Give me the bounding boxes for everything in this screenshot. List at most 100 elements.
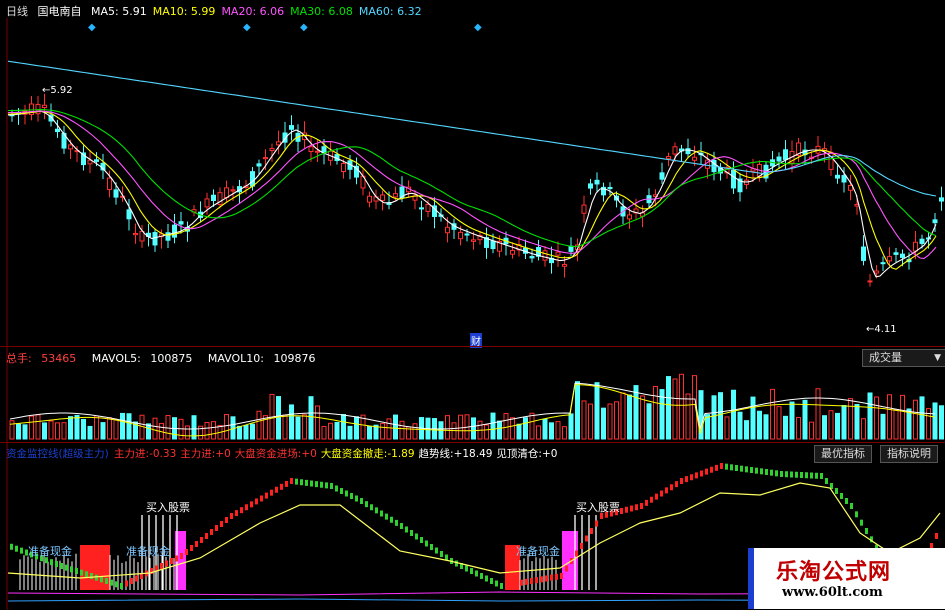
signal-diamond-icon: ◆	[300, 22, 308, 33]
volume-bar	[861, 418, 866, 440]
candle-body	[861, 246, 866, 261]
volume-bar	[328, 422, 333, 440]
momentum-segment	[780, 471, 783, 477]
momentum-segment	[320, 481, 323, 488]
volume-bar	[581, 400, 587, 440]
candle-body	[380, 194, 385, 201]
momentum-segment	[350, 493, 353, 499]
ma-legend-item: MA60: 6.32	[358, 5, 422, 18]
volume-bar	[211, 421, 216, 440]
momentum-segment	[865, 528, 868, 534]
volume-bar	[828, 410, 834, 440]
momentum-segment	[10, 543, 13, 550]
volume-bar	[321, 426, 327, 440]
ma-legend-item: MA10: 5.99	[152, 5, 216, 18]
indicator-help-button[interactable]: 指标说明	[880, 445, 938, 463]
candle-body	[152, 232, 158, 246]
candle-body	[835, 174, 840, 179]
volume-bar	[783, 415, 788, 440]
momentum-segment	[935, 533, 938, 539]
candle-body	[445, 226, 450, 234]
volume-bar	[412, 423, 418, 440]
volume-bar	[107, 417, 112, 440]
volume-bar	[55, 422, 60, 440]
momentum-segment	[770, 469, 773, 476]
volume-bar	[458, 414, 463, 440]
annotation-label: 买入股票	[146, 501, 190, 514]
price-chart[interactable]	[0, 0, 945, 346]
momentum-segment	[650, 496, 653, 503]
candle-body	[204, 198, 210, 208]
momentum-segment	[90, 573, 93, 579]
candle-body	[230, 189, 236, 192]
best-indicator-button[interactable]: 最优指标	[814, 445, 872, 463]
momentum-segment	[630, 505, 633, 512]
volume-bar	[165, 415, 171, 440]
momentum-segment	[360, 498, 363, 504]
momentum-segment	[565, 565, 568, 572]
momentum-segment	[735, 465, 738, 471]
volume-bar	[575, 381, 580, 440]
candle-body	[887, 256, 892, 262]
volume-bar	[536, 425, 541, 440]
momentum-segment	[515, 580, 518, 587]
ma-legend: MA5: 5.91 MA10: 5.99 MA20: 6.06 MA30: 6.08 M…	[91, 5, 428, 18]
momentum-segment	[105, 578, 108, 584]
momentum-segment	[380, 510, 383, 517]
momentum-segment	[710, 466, 713, 473]
momentum-segment	[810, 472, 813, 479]
volume-bar	[146, 423, 151, 440]
volume-bar	[685, 393, 691, 440]
momentum-segment	[220, 521, 223, 527]
volume-bar	[61, 422, 67, 440]
candle-body	[289, 125, 294, 130]
candle-body	[666, 156, 671, 160]
candle-body	[562, 264, 567, 267]
momentum-segment	[580, 543, 583, 549]
site-watermark: 乐淘公式网 www.60lt.com	[748, 548, 945, 609]
momentum-segment	[115, 581, 118, 588]
volume-bar	[185, 425, 190, 440]
momentum-segment	[760, 468, 763, 475]
signal-diamond-icon: ◆	[474, 22, 482, 33]
indicator-select[interactable]: 成交量 ▼	[862, 349, 945, 367]
momentum-segment	[240, 507, 243, 514]
momentum-segment	[535, 577, 538, 584]
momentum-segment	[775, 470, 778, 477]
momentum-segment	[815, 472, 818, 479]
momentum-segment	[590, 528, 593, 534]
momentum-segment	[275, 486, 278, 493]
candle-body	[458, 231, 463, 240]
candle-body	[308, 146, 314, 152]
volume-bar	[880, 413, 886, 440]
momentum-segment	[75, 568, 78, 574]
volume-bar	[906, 408, 912, 440]
volume-bar	[822, 415, 827, 440]
price-chart-panel[interactable]: 日线 国电南自 MA5: 5.91 MA10: 5.99 MA20: 6.06 MA3…	[0, 0, 945, 348]
candle-body	[607, 186, 613, 190]
high-price-label: ←5.92	[42, 85, 73, 96]
volume-bar	[282, 414, 288, 440]
momentum-segment	[70, 566, 73, 573]
candle-body	[900, 253, 905, 258]
volume-bar	[471, 417, 476, 440]
price-header: 日线 国电南自 MA5: 5.91 MA10: 5.99 MA20: 6.06 MA3…	[6, 3, 434, 19]
volume-bar	[29, 415, 34, 440]
momentum-segment	[375, 507, 378, 514]
volume-bar	[588, 403, 593, 440]
volume-bar	[380, 423, 385, 440]
momentum-segment	[305, 479, 308, 486]
volume-bar	[16, 423, 21, 440]
indicator-title: 资金监控线(超级主力)	[6, 448, 109, 460]
momentum-segment	[130, 578, 133, 584]
volume-bar	[243, 424, 249, 440]
momentum-segment	[840, 493, 843, 499]
candle-body	[672, 146, 678, 155]
candle-body	[256, 163, 262, 167]
volume-panel[interactable]: 总手: 53465 MAVOL5: 100875 MAVOL10: 109876…	[0, 346, 945, 443]
volume-label: 总手: 53465	[6, 352, 77, 365]
momentum-segment	[470, 568, 473, 574]
volume-bar	[35, 414, 41, 440]
volume-bar	[939, 405, 944, 440]
momentum-segment	[690, 474, 693, 481]
